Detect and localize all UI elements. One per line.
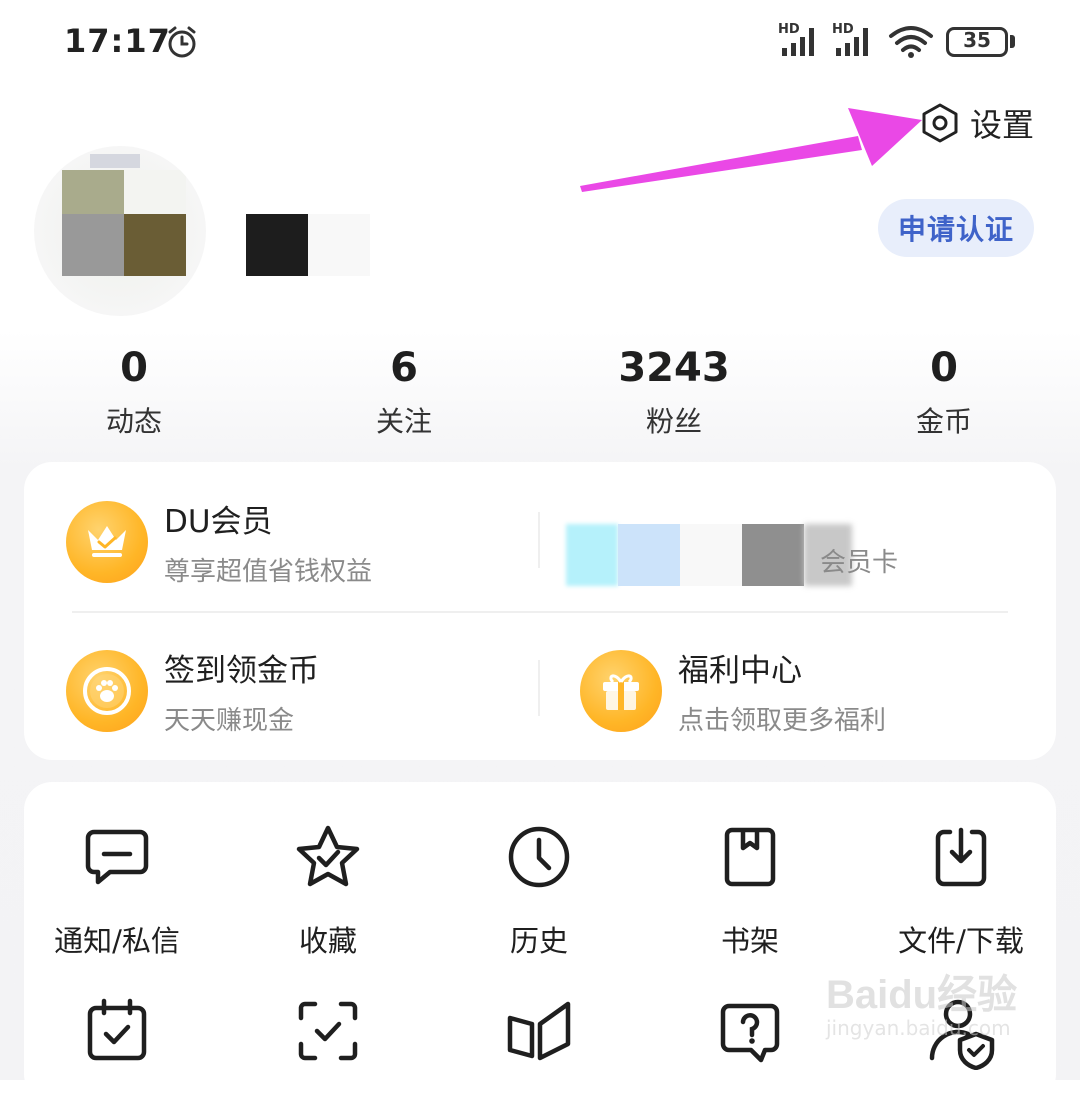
grid-favorites[interactable]: 收藏 <box>228 822 428 960</box>
divider <box>538 512 540 568</box>
welfare-subtitle: 点击领取更多福利 <box>678 706 887 736</box>
grid-label: 书架 <box>720 924 779 958</box>
scan-check-icon[interactable] <box>293 996 363 1066</box>
vip-card-subtitle: 会员卡 <box>820 548 899 578</box>
stat-value: 0 <box>930 345 958 391</box>
stat-value: 6 <box>390 345 418 391</box>
checkin-entry[interactable]: 签到领金币 天天赚现金 <box>66 645 319 737</box>
watermark-url: jingyan.baidu.com <box>826 1016 1011 1040</box>
grid-downloads[interactable]: 文件/下载 <box>861 822 1061 960</box>
username-redacted-2 <box>308 214 370 276</box>
calendar-check-icon[interactable] <box>82 996 152 1066</box>
help-bubble-icon[interactable] <box>715 996 785 1066</box>
stat-coins[interactable]: 0 金币 <box>844 340 1044 440</box>
stat-value: 0 <box>120 345 148 391</box>
welfare-entry[interactable]: 福利中心 点击领取更多福利 <box>580 645 886 737</box>
grid-notifications[interactable]: 通知/私信 <box>17 822 217 960</box>
signal-icon-2: HD <box>832 22 876 58</box>
avatar[interactable] <box>34 146 206 316</box>
welfare-title: 福利中心 <box>678 653 802 689</box>
vip-subtitle: 尊享超值省钱权益 <box>164 557 373 587</box>
open-book-icon[interactable] <box>504 996 574 1066</box>
vip-entry[interactable]: DU会员 尊享超值省钱权益 <box>66 496 372 588</box>
settings-button[interactable]: 设置 <box>920 100 1034 146</box>
crown-icon <box>66 501 148 583</box>
stat-value: 3243 <box>618 345 730 391</box>
checkin-subtitle: 天天赚现金 <box>164 706 295 736</box>
apply-verification-button[interactable]: 申请认证 <box>878 199 1034 257</box>
watermark: Baidu经验 jingyan.baidu.com <box>826 962 1017 1040</box>
divider <box>72 611 1008 613</box>
stat-label: 金币 <box>915 405 972 438</box>
checkin-title: 签到领金币 <box>164 653 319 689</box>
username-redacted <box>246 214 308 276</box>
stat-posts[interactable]: 0 动态 <box>34 340 234 440</box>
star-icon <box>296 825 360 887</box>
stat-label: 关注 <box>375 405 432 438</box>
grid-label: 文件/下载 <box>898 924 1024 958</box>
grid-label: 通知/私信 <box>54 924 180 958</box>
book-icon <box>724 827 776 887</box>
download-icon <box>935 827 987 887</box>
annotation-arrow <box>580 108 922 192</box>
grid-label: 历史 <box>509 924 568 958</box>
clock-icon <box>508 826 570 888</box>
grid-history[interactable]: 历史 <box>439 822 639 960</box>
battery-indicator: 35 <box>946 27 1008 57</box>
stat-label: 粉丝 <box>645 405 702 438</box>
alarm-icon <box>168 26 196 58</box>
grid-label: 收藏 <box>298 924 357 958</box>
wifi-icon <box>889 26 933 58</box>
signal-icon-1: HD <box>778 22 822 58</box>
stat-following[interactable]: 6 关注 <box>304 340 504 440</box>
grid-bookshelf[interactable]: 书架 <box>650 822 850 960</box>
stat-label: 动态 <box>105 405 162 438</box>
settings-label: 设置 <box>970 106 1035 144</box>
divider <box>538 660 540 716</box>
battery-level: 35 <box>963 28 991 52</box>
message-icon <box>85 829 149 885</box>
stat-fans[interactable]: 3243 粉丝 <box>574 340 774 440</box>
paw-icon <box>66 650 148 732</box>
gift-icon <box>580 650 662 732</box>
vip-title: DU会员 <box>164 504 273 540</box>
status-time: 17:17 <box>64 22 171 60</box>
watermark-brand: Baidu经验 <box>826 973 1018 1017</box>
battery-tip <box>1010 35 1015 48</box>
